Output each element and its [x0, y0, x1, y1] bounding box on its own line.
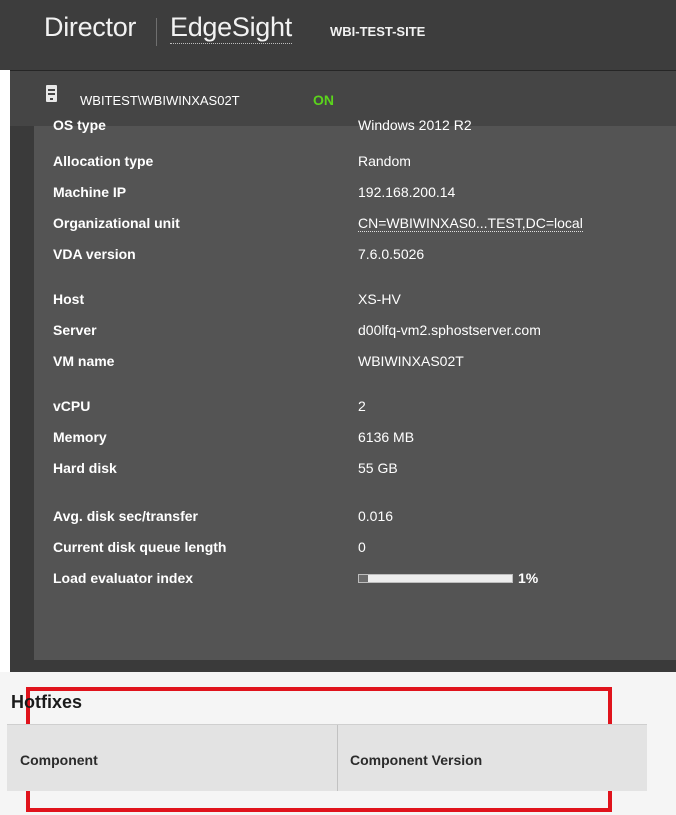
detail-label: Allocation type	[53, 153, 154, 169]
detail-row-hard-disk: Hard disk 55 GB	[34, 460, 676, 482]
detail-row-organizational-unit: Organizational unit CN=WBIWINXAS0...TEST…	[34, 215, 676, 237]
detail-value: 7.6.0.5026	[358, 246, 425, 262]
detail-row-avg-disk-sec: Avg. disk sec/transfer 0.016	[34, 508, 676, 530]
detail-value: 2	[358, 398, 366, 414]
detail-row-load-evaluator: Load evaluator index 1%	[34, 570, 676, 592]
detail-row-os-type: OS type Windows 2012 R2	[34, 117, 676, 139]
machine-details-frame: OS type Windows 2012 R2 Allocation type …	[10, 117, 676, 672]
column-header-component-version[interactable]: Component Version	[350, 752, 482, 768]
column-header-component[interactable]: Component	[20, 752, 98, 768]
load-evaluator-percent: 1%	[518, 570, 539, 586]
detail-value: 55 GB	[358, 460, 398, 476]
detail-row-memory: Memory 6136 MB	[34, 429, 676, 451]
load-evaluator-bar-fill	[359, 575, 369, 582]
detail-label: Host	[53, 291, 85, 307]
detail-label: Hard disk	[53, 460, 117, 476]
detail-value: 0.016	[358, 508, 394, 524]
detail-label: Organizational unit	[53, 215, 180, 231]
detail-label: VDA version	[53, 246, 136, 262]
detail-value: 0	[358, 539, 366, 555]
detail-label: Load evaluator index	[53, 570, 194, 586]
detail-value: 192.168.200.14	[358, 184, 456, 200]
detail-label: Machine IP	[53, 184, 127, 200]
load-evaluator-bar	[358, 574, 513, 583]
detail-label: Server	[53, 322, 97, 338]
detail-value: XS-HV	[358, 291, 401, 307]
detail-label: vCPU	[53, 398, 91, 414]
detail-row-machine-ip: Machine IP 192.168.200.14	[34, 184, 676, 206]
detail-label: Avg. disk sec/transfer	[53, 508, 198, 524]
detail-row-vm-name: VM name WBIWINXAS02T	[34, 353, 676, 375]
hotfixes-title: Hotfixes	[11, 692, 83, 712]
hotfixes-table-header: Component Component Version	[7, 724, 647, 791]
detail-row-host: Host XS-HV	[34, 291, 676, 313]
director-logo-link[interactable]: Director	[44, 12, 136, 43]
detail-value: Random	[358, 153, 411, 169]
organizational-unit-link[interactable]: CN=WBIWINXAS0...TEST,DC=local	[358, 215, 583, 232]
edgesight-link[interactable]: EdgeSight	[170, 12, 292, 44]
detail-label: Memory	[53, 429, 107, 445]
detail-label: OS type	[53, 117, 106, 133]
server-icon	[46, 85, 57, 102]
detail-value: WBIWINXAS02T	[358, 353, 464, 369]
detail-row-vda-version: VDA version 7.6.0.5026	[34, 246, 676, 268]
hotfixes-section: Hotfixes Component Component Version	[0, 672, 676, 815]
detail-value: d00lfq-vm2.sphostserver.com	[358, 322, 541, 338]
machine-power-state: ON	[313, 92, 334, 108]
column-divider	[337, 725, 338, 791]
detail-value: Windows 2012 R2	[358, 117, 472, 133]
detail-row-allocation-type: Allocation type Random	[34, 153, 676, 175]
detail-row-vcpu: vCPU 2	[34, 398, 676, 420]
detail-row-server: Server d00lfq-vm2.sphostserver.com	[34, 322, 676, 344]
detail-value: 6136 MB	[358, 429, 415, 445]
detail-row-disk-queue: Current disk queue length 0	[34, 539, 676, 561]
detail-label: Current disk queue length	[53, 539, 227, 555]
machine-details-panel: OS type Windows 2012 R2 Allocation type …	[34, 117, 676, 660]
top-header: Director EdgeSight WBI-TEST-SITE	[0, 0, 676, 70]
detail-label: VM name	[53, 353, 115, 369]
site-name: WBI-TEST-SITE	[330, 24, 426, 39]
brand-divider	[156, 18, 157, 46]
machine-name: WBITEST\WBIWINXAS02T	[80, 93, 240, 108]
